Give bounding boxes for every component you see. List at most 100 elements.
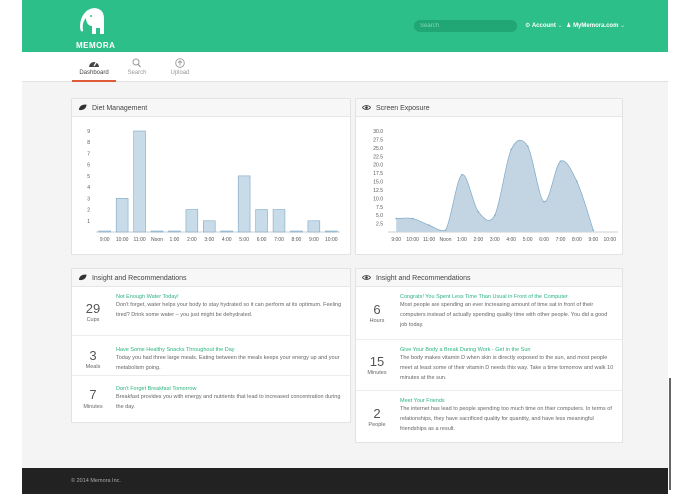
bar (307, 220, 321, 233)
y-tick-label: 6 (87, 163, 90, 169)
tab-upload[interactable]: Upload (162, 52, 198, 82)
page: MEMORA ⚙ Account ⌄ ♟ MyMemora.com ⌄ Dash… (0, 0, 695, 494)
y-tick-label: 17.5 (373, 171, 383, 177)
upload-icon (175, 58, 185, 68)
search-icon (132, 58, 141, 68)
data-point (526, 145, 529, 148)
tab-dashboard[interactable]: Dashboard (72, 52, 116, 82)
panel-title: Insight and Recommendations (91, 275, 187, 282)
diet-insights-panel: Insight and Recommendations 29 Cups Not … (71, 268, 351, 423)
screen-area-chart: 2.5 5.0 7.5 10.0 12.5 15.0 17.5 20.0 22.5 25.0 27.… (373, 129, 618, 243)
x-tick-label: Noon (151, 237, 163, 243)
data-point (428, 224, 430, 227)
insight-item: 2 People Meet Your Friends The internet … (356, 391, 622, 443)
x-tick-label: 1:00 (170, 237, 180, 243)
data-point (411, 217, 414, 220)
x-tick-label: 6:00 (539, 237, 549, 243)
tab-search-label: Search (127, 70, 147, 76)
bar (168, 230, 181, 233)
bar (133, 130, 146, 233)
scrollbar-thumb[interactable] (669, 378, 671, 490)
x-tick-label: 3:00 (490, 237, 500, 243)
y-tick-label: 7 (87, 151, 90, 157)
x-tick-label: 10:00 (604, 237, 617, 243)
x-tick-label: 11:00 (423, 237, 435, 243)
x-tick-label: 9:00 (391, 237, 401, 243)
diet-bar-chart: 1 2 3 4 5 6 7 8 9 9:00 10:00 11:00 Noon 1:00 2:00 3:00 4… (87, 129, 340, 243)
x-tick-label: 1:00 (457, 237, 467, 243)
insight-unit: Hours (369, 318, 385, 324)
x-tick-label: 4:00 (222, 237, 232, 243)
y-tick-label: 2 (87, 208, 90, 214)
site-menu[interactable]: ♟ MyMemora.com ⌄ (566, 22, 625, 29)
insight-value: 15 (369, 354, 385, 369)
insight-item: 7 Minutes Don't Forget Breakfast Tomorro… (72, 376, 350, 423)
insight-value: 6 (373, 302, 381, 317)
data-point (559, 160, 562, 163)
insight-value: 2 (373, 406, 381, 421)
y-tick-label: 4 (87, 185, 90, 191)
y-tick-label: 9 (87, 129, 90, 135)
y-tick-label: 25.0 (373, 146, 383, 152)
y-tick-label: 8 (87, 140, 90, 146)
bar (220, 230, 233, 233)
data-point (444, 229, 447, 232)
x-tick-label: 3:00 (204, 237, 214, 243)
insight-value: 3 (89, 348, 97, 363)
panel-header: Diet Management (72, 99, 350, 117)
copyright-text: © 2014 Memora Inc. (71, 478, 121, 484)
x-tick-label: 10:00 (325, 237, 338, 243)
insight-unit: Cups (86, 317, 100, 323)
user-icon: ♟ (566, 23, 572, 29)
screen-exposure-panel: Screen Exposure 2.5 5.0 7.5 10.0 12.5 15.0 17.… (355, 98, 623, 255)
x-tick-label: 2:00 (473, 237, 483, 243)
y-tick-label: 1 (87, 219, 90, 225)
x-tick-label: 10:00 (116, 237, 129, 243)
footer: © 2014 Memora Inc. (22, 468, 668, 494)
account-menu[interactable]: ⚙ Account ⌄ (525, 22, 563, 29)
x-tick-label: 7:00 (274, 237, 284, 243)
leaf-icon (79, 274, 87, 281)
chevron-down-icon: ⌄ (620, 23, 626, 29)
panel-header: Insight and Recommendations (356, 269, 622, 287)
screen-insights-panel: Insight and Recommendations 6 Hours Cong… (355, 268, 623, 443)
bar (203, 220, 216, 233)
section-tabs: Dashboard Search Upload (22, 52, 668, 82)
insight-unit: People (368, 422, 386, 428)
y-tick-label: 2.5 (376, 222, 383, 228)
x-tick-label: 9:00 (100, 237, 110, 243)
x-tick-label: 9:00 (309, 237, 319, 243)
brand-name: MEMORA (76, 41, 116, 50)
search-input[interactable] (414, 20, 517, 32)
data-point (592, 229, 595, 232)
scrollbar-track[interactable] (669, 0, 695, 494)
tab-search[interactable]: Search (120, 52, 154, 82)
tab-dashboard-label: Dashboard (79, 70, 109, 76)
data-point (493, 214, 496, 217)
insight-item: 29 Cups Not Enough Water Today! Don't fo… (72, 288, 350, 336)
insight-body: The body makes vitamin D when skin is di… (400, 355, 614, 381)
gear-icon: ⚙ (525, 23, 531, 29)
insight-body: Most people are spending an ever increas… (400, 302, 608, 328)
bar (115, 198, 129, 233)
diet-management-panel: Diet Management 1 2 3 4 5 6 7 8 9 9:00 10:00 11:00 N… (71, 98, 351, 255)
x-tick-label: 5:00 (523, 237, 533, 243)
insight-item: 15 Minutes Give Your Body a Break During… (356, 340, 622, 391)
x-tick-label: 5:00 (239, 237, 249, 243)
y-tick-label: 30.0 (373, 129, 383, 135)
eye-icon (362, 275, 371, 280)
insight-value: 29 (85, 301, 101, 316)
x-tick-label: 4:00 (506, 237, 516, 243)
eye-icon (362, 105, 371, 110)
data-point (543, 200, 545, 203)
dashboard-icon (89, 61, 99, 67)
x-tick-label: 10:00 (406, 237, 419, 243)
leaf-icon (79, 104, 87, 111)
data-point (395, 217, 398, 220)
insight-value: 7 (89, 387, 97, 402)
top-bar: MEMORA ⚙ Account ⌄ ♟ MyMemora.com ⌄ (22, 0, 668, 52)
insight-body: The internet has lead to people spending… (400, 406, 612, 432)
insight-unit: Meals (85, 364, 101, 370)
bar (237, 175, 251, 233)
panel-header: Insight and Recommendations (72, 269, 350, 287)
